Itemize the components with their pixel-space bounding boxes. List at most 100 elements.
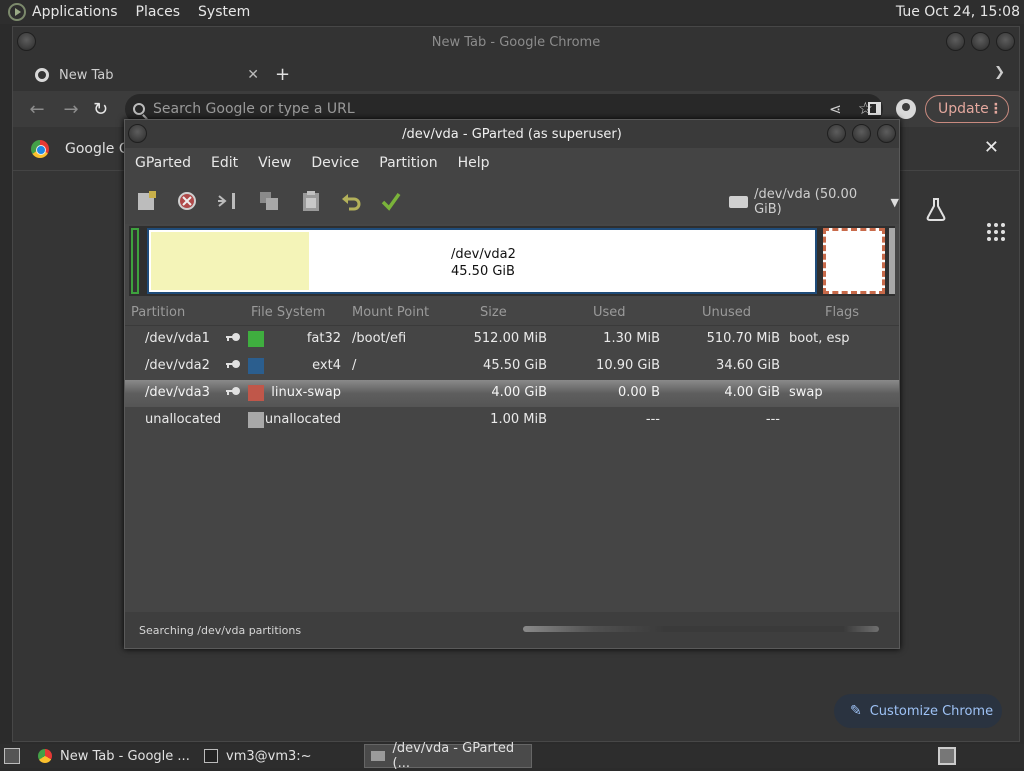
menu-view[interactable]: View bbox=[258, 155, 291, 171]
chrome-window-title: New Tab - Google Chrome bbox=[431, 34, 601, 50]
new-partition-icon[interactable] bbox=[135, 189, 159, 213]
reload-icon[interactable]: ↻ bbox=[93, 99, 108, 120]
hard-disk-icon bbox=[729, 196, 749, 208]
customize-label: Customize Chrome bbox=[869, 703, 994, 719]
menu-help[interactable]: Help bbox=[458, 155, 490, 171]
table-row[interactable]: /dev/vda3 linux-swap 4.00 GiB 0.00 B 4.00 Gi… bbox=[125, 380, 899, 407]
taskbar-item-label: New Tab - Google ... bbox=[60, 748, 190, 764]
taskbar-item-chrome[interactable]: New Tab - Google ... bbox=[32, 744, 198, 768]
cell-used: 1.30 MiB bbox=[603, 331, 660, 346]
col-size[interactable]: Size bbox=[480, 305, 507, 320]
side-panel-icon[interactable] bbox=[868, 102, 881, 115]
table-row[interactable]: /dev/vda2 ext4 / 45.50 GiB 10.90 GiB 34.60 Gi… bbox=[125, 353, 899, 380]
cell-used: 10.90 GiB bbox=[596, 358, 660, 373]
google-apps-icon[interactable] bbox=[987, 223, 1005, 241]
dropdown-caret-icon: ▼ bbox=[890, 195, 899, 209]
col-mount-point[interactable]: Mount Point bbox=[352, 305, 429, 320]
close-button[interactable] bbox=[996, 32, 1015, 51]
clock[interactable]: Tue Oct 24, 15:08 bbox=[896, 4, 1020, 20]
show-desktop-icon[interactable] bbox=[4, 748, 20, 764]
key-lock-icon bbox=[225, 358, 241, 368]
table-row[interactable]: /dev/vda1 fat32/boot/efi 512.00 MiB 1.30 Mi… bbox=[125, 326, 899, 353]
tab-new-tab[interactable]: New Tab ✕ bbox=[23, 59, 265, 91]
graph-used-space bbox=[151, 232, 309, 290]
gparted-minimize-button[interactable] bbox=[827, 124, 846, 143]
filesystem-color-swatch bbox=[248, 358, 264, 374]
cell-filesystem: unallocated bbox=[264, 412, 341, 427]
table-row[interactable]: unallocated unallocated 1.00 MiB --- --- bbox=[125, 407, 899, 434]
more-menu-icon[interactable]: ⋮ bbox=[989, 101, 1003, 117]
graph-unallocated[interactable] bbox=[889, 228, 895, 294]
infobar-close-icon[interactable]: ✕ bbox=[984, 137, 999, 158]
copy-icon[interactable] bbox=[257, 189, 281, 213]
graph-partition-vda2[interactable]: /dev/vda2 45.50 GiB bbox=[147, 228, 817, 294]
status-text: Searching /dev/vda partitions bbox=[139, 623, 302, 637]
cell-unused: 34.60 GiB bbox=[716, 358, 780, 373]
graph-partition-vda3[interactable] bbox=[823, 228, 885, 294]
places-menu[interactable]: Places bbox=[136, 4, 181, 20]
workspace-switcher-icon[interactable] bbox=[938, 747, 956, 765]
gparted-titlebar[interactable]: /dev/vda - GParted (as superuser) bbox=[125, 120, 899, 148]
menu-edit[interactable]: Edit bbox=[211, 155, 238, 171]
filesystem-color-swatch bbox=[248, 331, 264, 347]
apply-check-icon[interactable] bbox=[379, 189, 403, 213]
gparted-window: /dev/vda - GParted (as superuser) GParte… bbox=[124, 119, 900, 649]
gparted-toolbar: /dev/vda (50.00 GiB) ▼ bbox=[125, 178, 899, 224]
cell-size: 4.00 GiB bbox=[491, 385, 547, 400]
tab-close-icon[interactable]: ✕ bbox=[247, 67, 259, 83]
status-bar: Searching /dev/vda partitions bbox=[125, 612, 899, 648]
cell-used: --- bbox=[645, 412, 660, 427]
col-partition[interactable]: Partition bbox=[131, 305, 185, 320]
menu-partition[interactable]: Partition bbox=[379, 155, 437, 171]
resize-move-icon[interactable] bbox=[215, 189, 239, 213]
device-selector[interactable]: /dev/vda (50.00 GiB) ▼ bbox=[729, 187, 899, 217]
applications-menu[interactable]: Applications bbox=[32, 4, 118, 20]
filesystem-color-swatch bbox=[248, 412, 264, 428]
menu-gparted[interactable]: GParted bbox=[135, 155, 191, 171]
labs-flask-icon[interactable] bbox=[925, 197, 947, 221]
new-tab-button[interactable]: + bbox=[275, 64, 290, 85]
distro-logo-icon[interactable] bbox=[8, 3, 26, 21]
cell-partition: /dev/vda2 bbox=[145, 358, 210, 373]
chrome-titlebar[interactable]: New Tab - Google Chrome bbox=[13, 27, 1019, 57]
update-label: Update bbox=[938, 101, 989, 117]
forward-arrow-icon[interactable]: → bbox=[61, 99, 81, 120]
col-flags[interactable]: Flags bbox=[825, 305, 859, 320]
gparted-maximize-button[interactable] bbox=[852, 124, 871, 143]
paste-icon[interactable] bbox=[299, 189, 323, 213]
col-filesystem[interactable]: File System bbox=[251, 305, 325, 320]
profile-avatar-icon[interactable] bbox=[896, 99, 916, 119]
omnibox-placeholder[interactable]: Search Google or type a URL bbox=[153, 101, 355, 117]
col-unused[interactable]: Unused bbox=[702, 305, 751, 320]
cell-mount-point: /boot/efi bbox=[352, 331, 407, 346]
customize-chrome-button[interactable]: ✎ Customize Chrome bbox=[834, 694, 1002, 728]
taskbar-item-label: /dev/vda - GParted (... bbox=[392, 741, 515, 771]
taskbar-item-gparted[interactable]: /dev/vda - GParted (... bbox=[364, 741, 532, 771]
tab-search-chevron-icon[interactable]: ❯ bbox=[994, 65, 1005, 80]
gparted-menubar: GParted Edit View Device Partition Help bbox=[125, 148, 899, 178]
terminal-icon bbox=[204, 749, 218, 763]
undo-icon[interactable] bbox=[339, 189, 363, 213]
graph-partition-vda1[interactable] bbox=[131, 228, 139, 294]
menu-device[interactable]: Device bbox=[311, 155, 359, 171]
gparted-window-menu-button[interactable] bbox=[128, 124, 147, 143]
taskbar-item-terminal[interactable]: vm3@vm3:~ bbox=[198, 744, 364, 768]
delete-partition-icon[interactable] bbox=[175, 189, 199, 213]
gparted-close-button[interactable] bbox=[877, 124, 896, 143]
bottom-taskbar: New Tab - Google ... vm3@vm3:~ /dev/vda … bbox=[0, 741, 1024, 771]
cell-partition: /dev/vda3 bbox=[145, 385, 210, 400]
cell-unused: 510.70 MiB bbox=[706, 331, 780, 346]
maximize-button[interactable] bbox=[971, 32, 990, 51]
update-button[interactable]: Update ⋮ bbox=[925, 95, 1009, 123]
chrome-logo-icon bbox=[31, 139, 49, 158]
system-menu[interactable]: System bbox=[198, 4, 250, 20]
col-used[interactable]: Used bbox=[593, 305, 626, 320]
minimize-button[interactable] bbox=[946, 32, 965, 51]
share-icon[interactable]: ⋖ bbox=[829, 100, 842, 118]
back-arrow-icon[interactable]: ← bbox=[27, 99, 47, 120]
graph-partition-size: 45.50 GiB bbox=[451, 264, 515, 279]
scan-progress-bar bbox=[523, 626, 879, 632]
window-menu-button[interactable] bbox=[17, 32, 36, 51]
device-selector-label: /dev/vda (50.00 GiB) bbox=[754, 187, 858, 217]
cell-filesystem: fat32 bbox=[306, 331, 341, 346]
